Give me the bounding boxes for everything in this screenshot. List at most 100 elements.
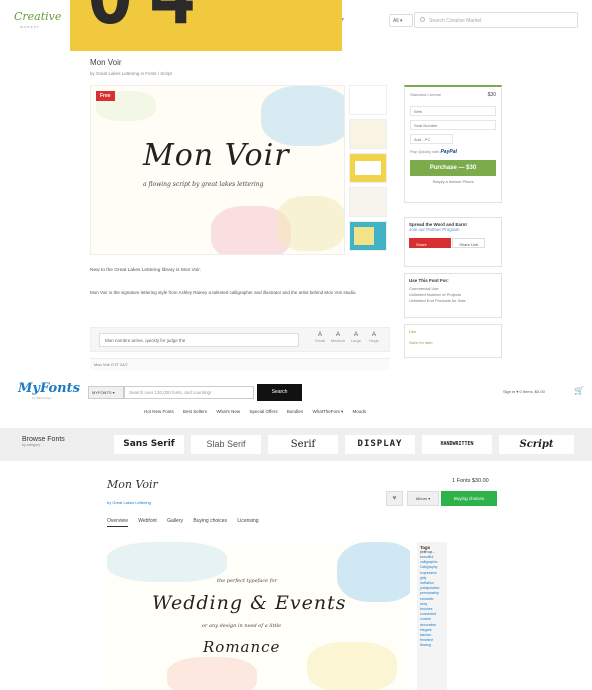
category-serif[interactable]: Serif [268, 435, 338, 454]
nav-item[interactable]: WhatTheFont ▾ [312, 409, 343, 414]
license-link[interactable]: Simply a license Prices [410, 179, 496, 184]
price-box: Standard License $30 Web Seat Number Add… [404, 85, 502, 203]
preview-script-text: Mon Voir [143, 138, 290, 173]
watercolor-wash [307, 642, 397, 690]
save-later-button[interactable]: Save for later [409, 340, 497, 345]
browse-title: Browse Fonts [22, 436, 65, 443]
tab-gallery[interactable]: Gallery [167, 518, 183, 526]
search-button[interactable]: Search [257, 384, 302, 401]
size-huge-button[interactable]: A Huge [365, 332, 383, 343]
myfonts-page: MyFonts by Monotype MYFONTS ▾ Search ove… [0, 373, 592, 690]
price: $30 [487, 92, 496, 98]
watercolor-wash [167, 657, 257, 690]
purchase-sidebar: Standard License $30 Web Seat Number Add… [404, 85, 502, 358]
thumbnail[interactable] [349, 221, 387, 251]
share-link-button[interactable]: Share Link [452, 238, 486, 248]
myfonts-logo[interactable]: MyFonts by Monotype [18, 381, 80, 400]
nav-item[interactable]: Special Offers [249, 409, 277, 414]
tab-buying-choices[interactable]: Buying choices [193, 518, 227, 526]
size-large-button[interactable]: A Large [347, 332, 365, 343]
preview-headline: Wedding & Events [152, 592, 347, 614]
license-select[interactable]: Standard License [410, 92, 496, 97]
free-badge: Free [96, 91, 115, 101]
font-preview-image[interactable]: the perfect typeface for Wedding & Event… [107, 542, 410, 690]
category-slab-serif[interactable]: Slab Serif [191, 435, 261, 454]
search-scope-select[interactable]: MYFONTS ▾ [88, 386, 124, 399]
logo-text: MyFonts [18, 381, 80, 396]
partner-program-link[interactable]: Join our Partner Program [409, 227, 497, 232]
category-script[interactable]: Script [499, 435, 574, 454]
nav-item[interactable]: What's New [216, 409, 240, 414]
purchase-button[interactable]: Purchase — $30 [410, 160, 496, 176]
paypal-text: Pay Quickly with [410, 149, 440, 154]
use-title: Use This Font For: [409, 278, 449, 283]
size-small-button[interactable]: A Small [311, 332, 329, 343]
tags-panel: Tags (with up... beautiful calligraphic … [417, 542, 447, 690]
badge-number: 04 [86, 0, 210, 36]
nav-item[interactable]: Bundles [287, 409, 303, 414]
product-preview-image[interactable]: Free Mon Voir a flowing script by great … [90, 85, 345, 255]
paypal-note: Pay Quickly with PayPal [410, 149, 496, 155]
use-box: Use This Font For: Commercial Use Unlimi… [404, 273, 502, 318]
search-input[interactable]: Search Creative Market [414, 12, 578, 28]
size-label: Large [350, 338, 362, 343]
search-input[interactable]: Search over 130,000 fonts, and counting! [124, 386, 254, 399]
category-handwritten[interactable]: HANDWRITTEN [422, 435, 492, 454]
logo-subtext: by Monotype [32, 396, 52, 400]
product-description-intro: New to the Great Lakes Lettering library… [90, 268, 201, 273]
number-badge: 04 [70, 0, 342, 51]
type-preview-input[interactable]: Mon nombre arrive, quickly for judge the [99, 333, 299, 347]
nav-item[interactable]: Hot New Fonts [144, 409, 174, 414]
search-scope-value: All [393, 18, 399, 24]
thumbnail[interactable] [349, 119, 387, 149]
browse-label: Browse Fonts by category [22, 436, 65, 447]
size-medium-button[interactable]: A Medium [329, 332, 347, 343]
nav-item[interactable]: Moods [352, 409, 366, 414]
seat-number-field[interactable]: Seat Number [410, 120, 496, 130]
thumbnail-strip [349, 85, 389, 255]
category-display[interactable]: DISPLAY [345, 435, 415, 454]
tags-subheading: (with up... [420, 550, 436, 554]
product-description: Mon Voir is the signature lettering styl… [90, 290, 357, 295]
account-cart-status[interactable]: Sign in ▾ 0 Items, $0.00 [503, 389, 545, 394]
logo-subtext: MARKET [20, 25, 40, 29]
share-button[interactable]: Share [409, 238, 451, 248]
preview-small-text: the perfect typeface for [217, 578, 277, 584]
tab-licensing[interactable]: Licensing [237, 518, 258, 526]
type-preview-bar: Mon nombre arrive, quickly for judge the… [90, 327, 390, 352]
watercolor-wash [337, 542, 410, 602]
add-pc-option[interactable]: Add - PC [410, 134, 453, 144]
foundry-link[interactable]: by Great Lakes Lettering [107, 500, 151, 505]
product-byline[interactable]: by Great Lakes Lettering in Fonts / Scri… [90, 71, 172, 76]
heart-icon[interactable]: ♥ [386, 491, 403, 506]
tab-overview[interactable]: Overview [107, 518, 128, 527]
thumbnail[interactable] [349, 85, 387, 115]
fonts-price: 1 Fonts $30.00 [452, 478, 489, 484]
file-row: Mon Voir OTF 24/7 [90, 358, 390, 370]
category-sans-serif[interactable]: Sans Serif [114, 435, 184, 454]
product-title: Mon Voir [90, 58, 122, 67]
preview-small-text: or any design in need of a little [202, 623, 282, 629]
tab-webfont[interactable]: Webfont [138, 518, 157, 526]
web-option[interactable]: Web [410, 106, 496, 116]
watercolor-wash [107, 542, 227, 582]
font-tabs: Overview Webfont Gallery Buying choices … [107, 518, 268, 527]
paypal-brand: PayPal [440, 149, 457, 155]
thumbnail[interactable] [349, 153, 387, 183]
size-label: Small [314, 338, 325, 343]
share-buttons: Share Share Link [409, 238, 497, 248]
share-box: Spread the Word and Earn! Join our Partn… [404, 217, 502, 267]
thumbnail[interactable] [349, 187, 387, 217]
album-button[interactable]: Album ▾ [407, 491, 439, 506]
cart-icon[interactable]: 🛒 [574, 386, 584, 395]
nav-item[interactable]: Best Sellers [183, 409, 207, 414]
browse-fonts-bar: Browse Fonts by category Sans Serif Slab… [0, 428, 592, 461]
like-button[interactable]: Like [409, 329, 497, 334]
search-icon [420, 17, 425, 22]
creative-market-logo[interactable]: Creative MARKET [14, 11, 61, 32]
use-item: Unlimited Number of Projects [409, 292, 462, 297]
tag-link[interactable]: flowing [420, 643, 444, 648]
buying-choices-button[interactable]: Buying choices [441, 491, 497, 506]
font-title: Mon Voir [107, 478, 158, 491]
search-scope-select[interactable]: All ▾ [389, 14, 413, 27]
